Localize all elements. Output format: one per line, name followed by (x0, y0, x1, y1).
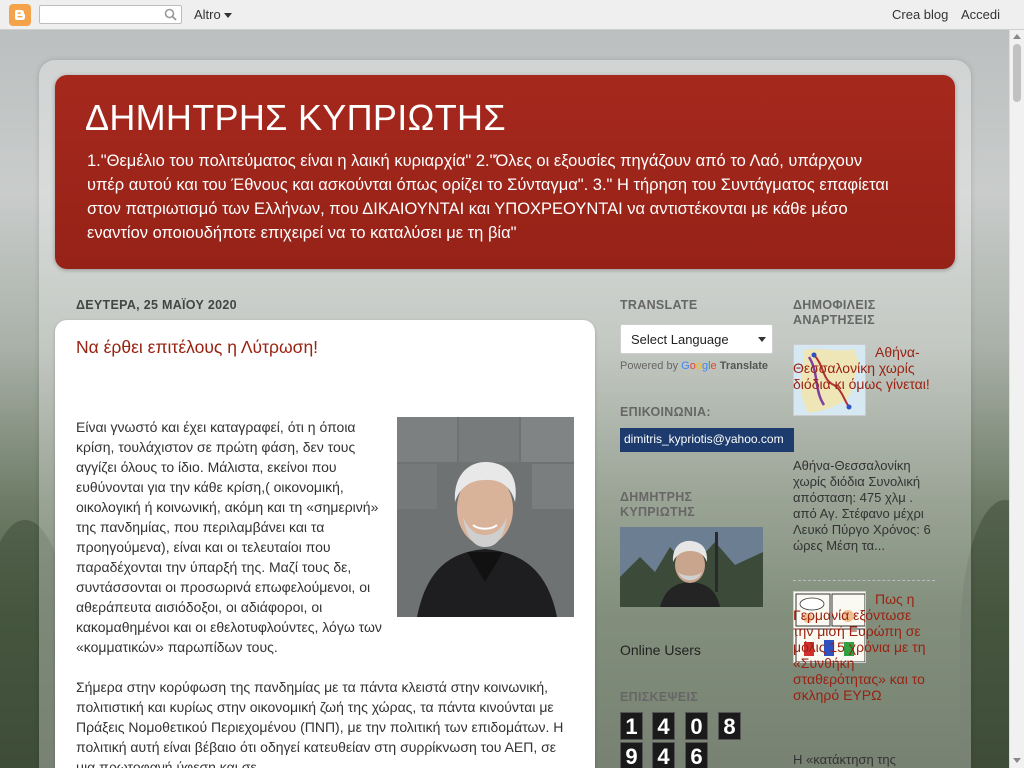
counter-digit: 1 (620, 712, 643, 740)
popular-post-title-link[interactable]: Πως η Γερμανία εξόντωσε την μισή Ευρώπη … (793, 591, 935, 703)
search-icon[interactable] (164, 8, 177, 26)
visits-counter-row: 9 4 6 (620, 742, 750, 768)
popular-post-snippet: Αθήνα-Θεσσαλονίκη χωρίς διόδια Συνολική … (793, 458, 931, 553)
create-blog-link[interactable]: Crea blog (892, 7, 948, 22)
visits-widget-title: ΕΠΙΣΚΕΨΕΙΣ (620, 690, 699, 704)
profile-photo[interactable] (620, 527, 763, 607)
post-body: Είναι γνωστό και έχει καταγραφεί, ότι η … (76, 417, 576, 768)
blog-search-box[interactable] (39, 5, 182, 24)
post-paragraph: Σήμερα στην κορύφωση της πανδημίας με τα… (76, 679, 564, 768)
post-title[interactable]: Να έρθει επιτέλους η Λύτρωση! (76, 337, 318, 358)
blogger-navbar: Altro Crea blog Accedi (0, 0, 1024, 30)
powered-by-label: Powered by (620, 360, 679, 372)
powered-by-google-translate[interactable]: Powered by Google Translate (620, 360, 768, 372)
counter-digit: 4 (652, 712, 675, 740)
language-select[interactable]: Select Language (620, 324, 773, 354)
sign-in-link[interactable]: Accedi (961, 7, 1000, 22)
counter-digit: 4 (652, 742, 675, 768)
popular-posts-divider (793, 580, 935, 581)
blog-description: 1."Θεμέλιο του πολιτεύματος είναι η λαικ… (87, 152, 889, 242)
language-select-value: Select Language (631, 332, 729, 347)
page-scrollbar[interactable] (1009, 30, 1024, 768)
visits-counter-row: 1 4 0 8 (620, 712, 750, 742)
profile-widget-title: ΔΗΜΗΤΡΗΣ ΚΥΠΡΙΩΤΗΣ (620, 490, 696, 519)
scroll-up-arrow-icon[interactable] (1013, 34, 1021, 39)
blog-header: ΔΗΜΗΤΡΗΣ ΚΥΠΡΙΩΤΗΣ 1."Θεμέλιο του πολιτε… (55, 75, 955, 269)
blogger-logo-icon[interactable] (9, 4, 31, 26)
post-date-header: ΔΕΥΤΕΡΑ, 25 ΜΑΪΟΥ 2020 (76, 298, 237, 312)
dropdown-arrow-icon (758, 337, 766, 342)
google-logo: Google (681, 360, 717, 372)
image-wrap-space (388, 417, 576, 620)
counter-digit: 6 (685, 742, 708, 768)
scrollbar-thumb[interactable] (1013, 44, 1021, 102)
online-users-label: Online Users (620, 642, 701, 658)
more-menu-button[interactable]: Altro (194, 7, 232, 22)
contact-email-badge[interactable]: dimitris_kypriotis@yahoo.com (620, 428, 794, 452)
search-input[interactable] (40, 6, 158, 24)
counter-digit: 9 (620, 742, 643, 768)
contact-widget-title: ΕΠΙΚΟΙΝΩΝΙΑ: (620, 405, 711, 419)
post-card: Να έρθει επιτέλους η Λύτρωση! Είναι γνωσ… (55, 320, 595, 768)
counter-digit: 8 (718, 712, 741, 740)
translate-word: Translate (719, 360, 769, 372)
popular-post-snippet: Η «κατάκτηση της (793, 752, 896, 767)
popular-posts-title: ΔΗΜΟΦΙΛΕΙΣ ΑΝΑΡΤΗΣΕΙΣ (793, 298, 876, 327)
popular-post-title-link[interactable]: Αθήνα-Θεσσαλονίκη χωρίς διόδια κι όμως γ… (793, 344, 935, 392)
blog-title[interactable]: ΔΗΜΗΤΡΗΣ ΚΥΠΡΙΩΤΗΣ (85, 97, 506, 139)
counter-digit: 0 (685, 712, 708, 740)
caret-down-icon (223, 13, 232, 19)
translate-widget-title: TRANSLATE (620, 298, 698, 312)
scroll-down-arrow-icon[interactable] (1013, 758, 1021, 763)
more-menu-label: Altro (194, 7, 221, 22)
